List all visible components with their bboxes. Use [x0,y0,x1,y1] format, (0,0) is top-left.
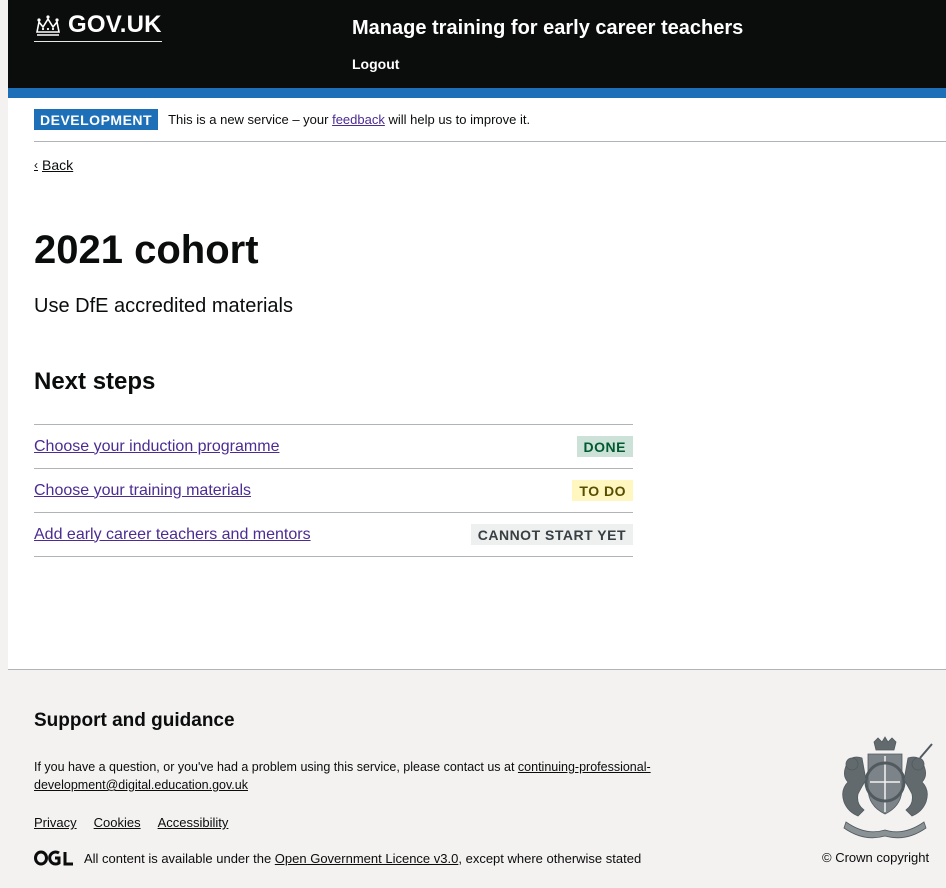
licence-text: All content is available under the Open … [84,851,641,866]
phase-tag: DEVELOPMENT [34,109,159,130]
royal-coat-of-arms-icon [842,736,933,839]
ogl-licence-link[interactable]: Open Government Licence v3.0 [275,851,459,866]
feedback-link[interactable]: feedback [332,112,385,127]
licence-text-after: , except where otherwise stated [458,850,642,866]
next-steps-heading: Next steps [34,368,156,395]
task-item-add-teachers-mentors: Add early career teachers and mentors CA… [34,513,633,557]
govuk-logo-link[interactable]: GOV.UK [34,12,162,42]
footer-link-privacy[interactable]: Privacy [34,815,77,830]
ogl-logo-icon [34,850,73,866]
phase-text: This is a new service – your feedback wi… [168,112,530,127]
logout-link[interactable]: Logout [352,56,399,72]
task-list: Choose your induction programme DONE Cho… [34,424,633,557]
licence-text-before: All content is available under the [84,850,275,866]
support-text-body: If you have a question, or you've had a … [34,760,518,774]
phase-banner: DEVELOPMENT This is a new service – your… [34,109,530,130]
site-footer: Support and guidance If you have a quest… [8,669,946,888]
task-link-training-materials[interactable]: Choose your training materials [34,482,251,500]
status-badge-done: DONE [576,436,633,457]
service-name[interactable]: Manage training for early career teacher… [352,16,743,40]
footer-link-accessibility[interactable]: Accessibility [158,815,229,830]
task-link-induction-programme[interactable]: Choose your induction programme [34,438,279,456]
left-gutter [0,0,8,887]
page-subtitle: Use DfE accredited materials [34,295,293,317]
phase-text-after: will help us to improve it. [384,112,531,127]
task-link-add-teachers-mentors[interactable]: Add early career teachers and mentors [34,526,311,544]
chevron-left-icon: ‹ [34,158,38,172]
header-accent-bar [8,88,946,98]
footer-link-cookies[interactable]: Cookies [94,815,141,830]
back-link[interactable]: ‹ Back [34,157,73,173]
phase-divider [34,141,946,142]
footer-links: Privacy Cookies Accessibility [34,815,228,830]
crown-icon [36,15,60,36]
page: GOV.UK Manage training for early career … [8,0,946,888]
page-title: 2021 cohort [34,228,259,272]
status-badge-cannot-start-yet: CANNOT START YET [470,524,633,545]
crown-copyright-link[interactable]: © Crown copyright [822,850,929,865]
task-item-training-materials: Choose your training materials TO DO [34,469,633,513]
logo-text: GOV.UK [68,11,162,38]
back-label: Back [42,157,74,173]
licence-line: All content is available under the Open … [34,850,641,866]
status-badge-to-do: TO DO [572,480,633,501]
site-header: GOV.UK Manage training for early career … [8,0,946,98]
support-text: If you have a question, or you've had a … [34,758,764,794]
phase-text-before: This is a new service – your [168,112,333,127]
task-item-induction-programme: Choose your induction programme DONE [34,425,633,469]
footer-heading: Support and guidance [34,710,235,731]
